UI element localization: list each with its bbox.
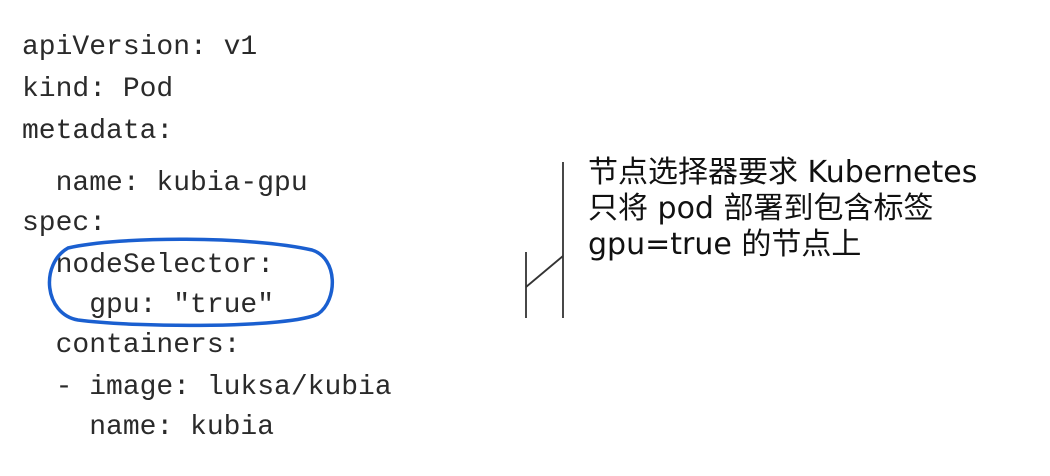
code-line-spec: spec: <box>22 208 107 239</box>
code-line-gpu: gpu: "true" <box>22 290 275 321</box>
code-line-container-name: name: kubia <box>22 412 275 443</box>
annotation-line-2: 只将 pod 部署到包含标签 <box>588 191 934 226</box>
annotation-line-1: 节点选择器要求 Kubernetes <box>588 155 978 190</box>
bracket-diagonal-line <box>525 255 564 288</box>
code-line-name: name: kubia-gpu <box>22 168 308 199</box>
callout-annotation: 节点选择器要求 Kubernetes 只将 pod 部署到包含标签 gpu=tr… <box>588 155 1038 263</box>
code-line-apiversion: apiVersion: v1 <box>22 32 258 63</box>
code-line-metadata: metadata: <box>22 116 174 147</box>
code-line-containers: containers: <box>22 330 241 361</box>
code-line-nodeselector: nodeSelector: <box>22 250 275 281</box>
code-line-image: - image: luksa/kubia <box>22 372 392 403</box>
annotation-line-3: gpu=true 的节点上 <box>588 227 862 262</box>
code-line-kind: kind: Pod <box>22 74 174 105</box>
